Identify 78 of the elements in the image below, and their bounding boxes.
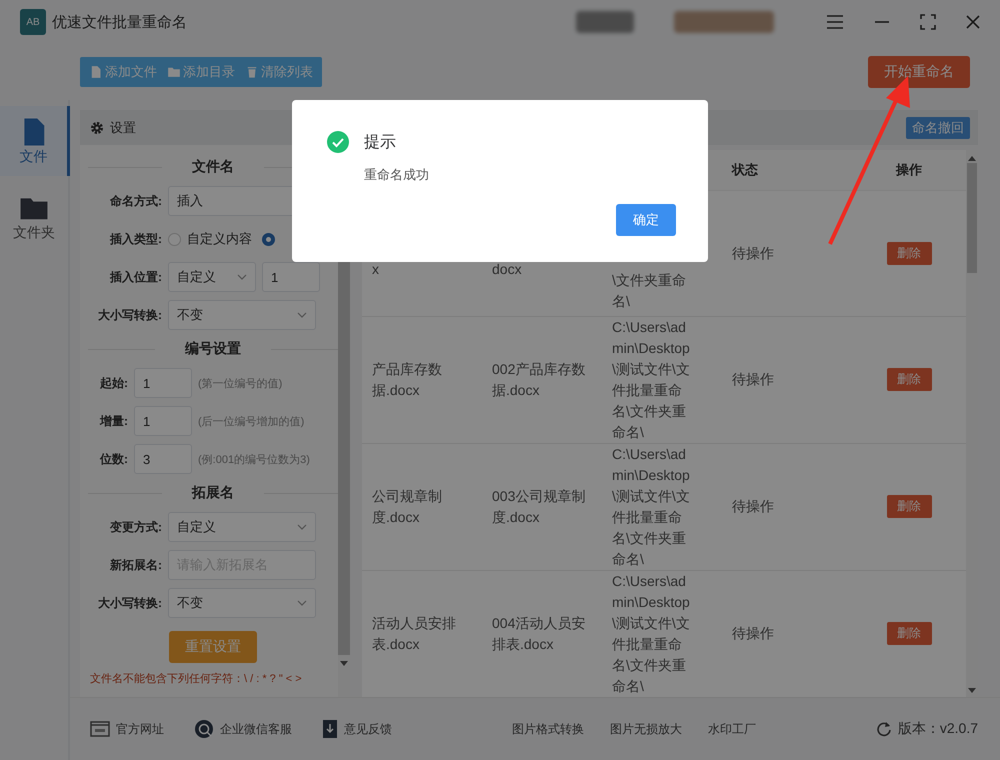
table-cell: 002产品库存数据.docx bbox=[482, 316, 602, 443]
panel-title: 设置 bbox=[110, 118, 136, 136]
table-cell: 003公司规章制度.docx bbox=[482, 443, 602, 570]
field-label: 增量: bbox=[98, 412, 128, 430]
chat-icon bbox=[194, 719, 214, 739]
document-icon bbox=[322, 719, 338, 739]
footer-link[interactable]: 水印工厂 bbox=[708, 720, 756, 738]
dialog-message: 重命名成功 bbox=[364, 166, 430, 184]
table-cell: 活动人员安排表.docx bbox=[362, 570, 482, 697]
delete-button[interactable]: 删除 bbox=[886, 242, 932, 264]
select-field[interactable]: 不变 bbox=[168, 588, 316, 618]
field-label: 插入类型: bbox=[108, 230, 162, 248]
undo-button[interactable]: 命名撤回 bbox=[906, 116, 970, 138]
website-icon bbox=[90, 721, 110, 737]
input-field[interactable]: 1 bbox=[134, 406, 192, 436]
table-cell: 004活动人员安排表.docx bbox=[482, 570, 602, 697]
table-cell: C:\Users\admin\Desktop\测试文件\文件批量重命名\文件夹重命名\ bbox=[602, 443, 722, 570]
window-title: 优速文件批量重命名 bbox=[52, 12, 187, 32]
blurred-area bbox=[576, 11, 634, 33]
footer-link[interactable]: 意见反馈 bbox=[344, 720, 392, 738]
delete-button[interactable]: 删除 bbox=[886, 495, 932, 518]
input-field[interactable]: 1 bbox=[134, 368, 192, 398]
input-field[interactable]: 1 bbox=[262, 262, 320, 292]
trash-icon bbox=[245, 65, 259, 79]
table-cell: 待操作 bbox=[722, 570, 852, 697]
field-label: 起始: bbox=[99, 374, 128, 392]
chevron-icon bbox=[297, 312, 307, 318]
table-cell: 待操作 bbox=[722, 443, 852, 570]
section-title: 文件名 bbox=[191, 158, 235, 176]
chevron-icon bbox=[297, 600, 307, 606]
chevron-icon bbox=[297, 524, 307, 530]
success-icon bbox=[326, 130, 350, 154]
maximize-icon[interactable] bbox=[920, 14, 936, 30]
sidebar-item[interactable]: 文件夹 bbox=[0, 182, 68, 252]
close-icon[interactable] bbox=[966, 15, 980, 29]
field-label: 变更方式: bbox=[108, 518, 162, 536]
field-label: 大小写转换: bbox=[97, 594, 162, 612]
table-cell: C:\Users\admin\Desktop\测试文件\文件批量重命名\文件夹重命名\ bbox=[602, 570, 722, 697]
table-cell: 待操作 bbox=[722, 190, 852, 316]
radio-button[interactable] bbox=[262, 232, 275, 246]
table-cell: C:\Users\admin\Desktop\测试文件\文件批量重命名\文件夹重命名\ bbox=[602, 316, 722, 443]
hint-text: (后一位编号增加的值) bbox=[198, 414, 304, 428]
menu-icon[interactable] bbox=[826, 15, 844, 29]
refresh-icon bbox=[876, 721, 892, 737]
delete-button[interactable]: 删除 bbox=[886, 368, 932, 391]
radio-label: 自定义内容 bbox=[187, 230, 252, 248]
select-field[interactable]: 不变 bbox=[168, 300, 316, 330]
table-cell: 公司规章制度.docx bbox=[362, 443, 482, 570]
section-title: 编号设置 bbox=[184, 340, 242, 358]
version-text: 版本：v2.0.7 bbox=[898, 720, 978, 738]
file-icon bbox=[89, 65, 103, 79]
footer-link[interactable]: 官方网址 bbox=[116, 720, 164, 738]
footer-link[interactable]: 图片无损放大 bbox=[610, 720, 682, 738]
delete-button[interactable]: 删除 bbox=[886, 622, 932, 645]
dialog-title: 提示 bbox=[364, 132, 396, 152]
select-field[interactable]: 自定义 bbox=[168, 512, 316, 542]
field-label: 位数: bbox=[98, 450, 128, 468]
folder-icon bbox=[167, 65, 181, 79]
app-logo: AB bbox=[20, 9, 46, 35]
chevron-icon bbox=[237, 274, 247, 280]
table-cell: 产品库存数据.docx bbox=[362, 316, 482, 443]
sidebar-item[interactable]: 文件 bbox=[0, 106, 70, 176]
field-label: 大小写转换: bbox=[97, 306, 162, 324]
field-label: 新拓展名: bbox=[109, 556, 162, 574]
hint-text: (例:001的编号位数为3) bbox=[198, 452, 310, 466]
warning-text: 文件名不能包含下列任何字符：\ / : * ? " < > bbox=[90, 672, 303, 686]
hint-text: (第一位编号的值) bbox=[198, 376, 282, 390]
ok-button[interactable]: 确定 bbox=[616, 204, 676, 236]
select-field[interactable]: 自定义 bbox=[168, 262, 256, 292]
start-button[interactable]: 开始重命名 bbox=[868, 56, 970, 88]
table-cell: 待操作 bbox=[722, 316, 852, 443]
gear-icon bbox=[90, 120, 104, 134]
field-label: 插入位置: bbox=[108, 268, 162, 286]
input-field[interactable]: 3 bbox=[134, 444, 192, 474]
section-title: 拓展名 bbox=[190, 484, 235, 502]
footer-link[interactable]: 企业微信客服 bbox=[220, 720, 292, 738]
field-label: 命名方式: bbox=[109, 192, 162, 210]
footer-link[interactable]: 图片格式转换 bbox=[512, 720, 584, 738]
